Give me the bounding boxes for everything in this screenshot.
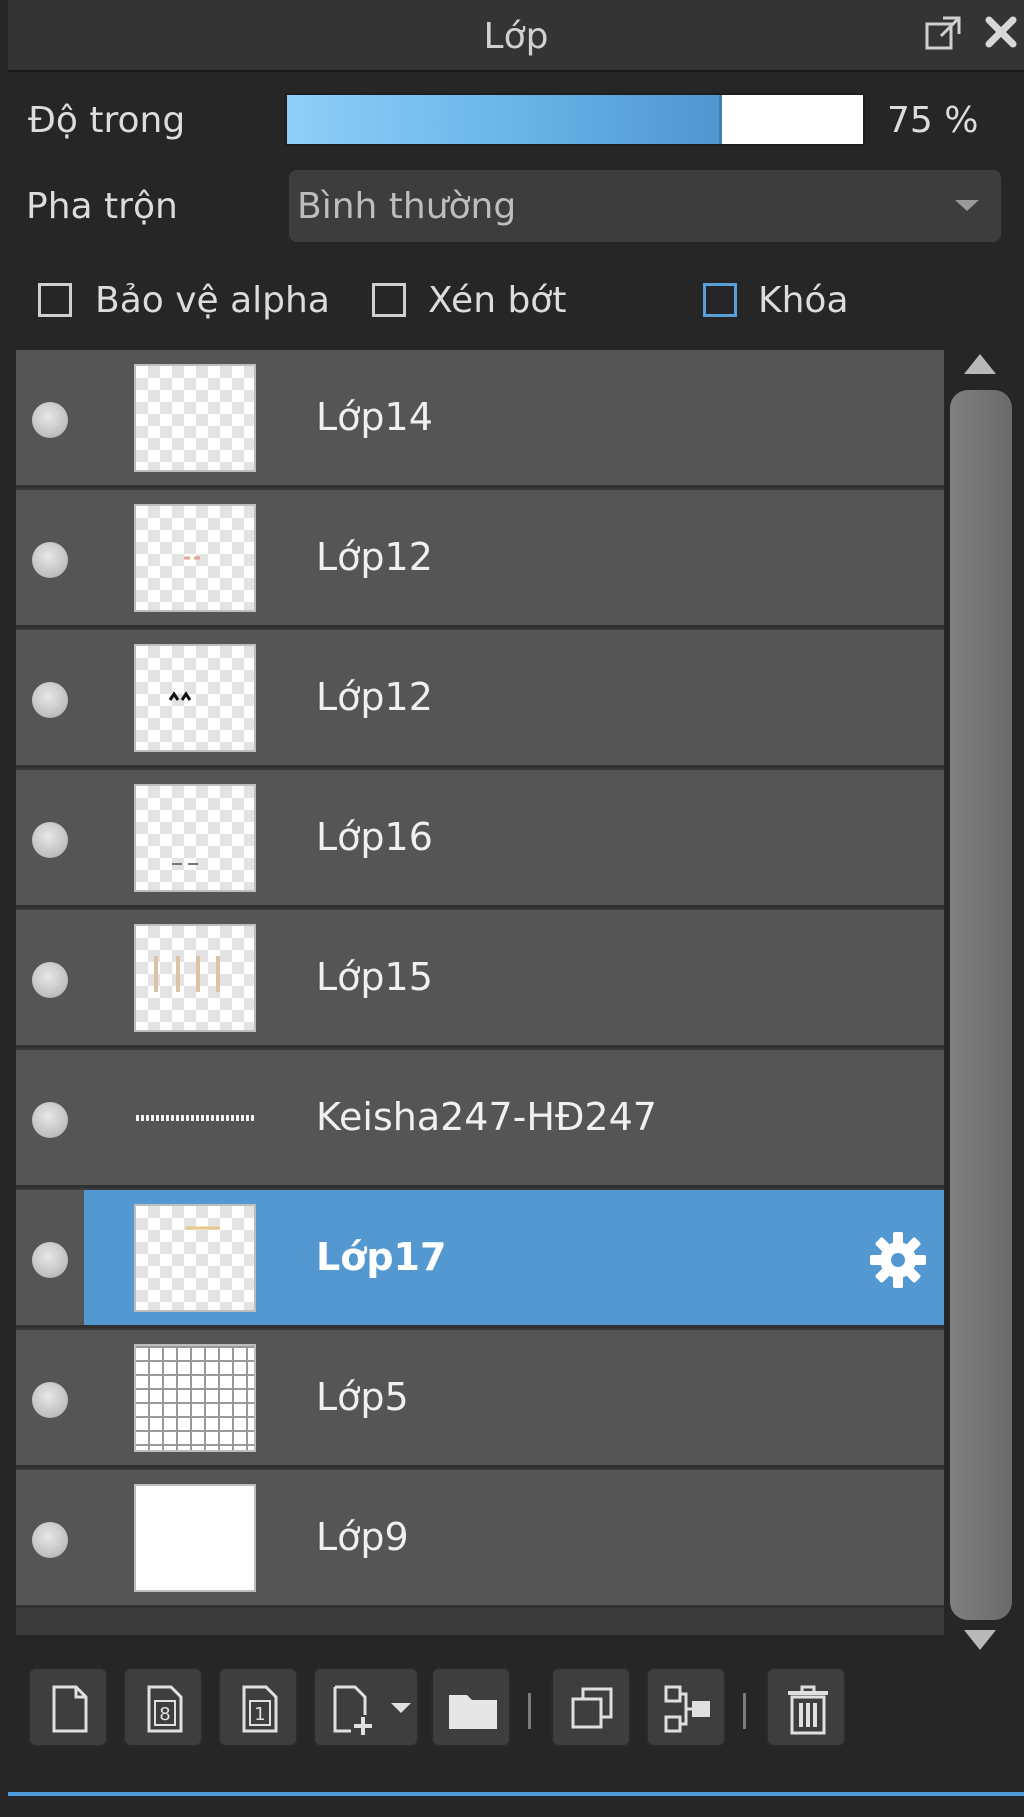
- panel-titlebar: Lớp: [8, 0, 1024, 72]
- layer-row[interactable]: Lớp9: [16, 1470, 944, 1608]
- folder-icon: [449, 1695, 497, 1729]
- scroll-down-arrow-icon[interactable]: [964, 1630, 996, 1650]
- visibility-toggle-icon[interactable]: [32, 402, 68, 438]
- layer-name: Lớp9: [316, 1515, 409, 1559]
- blend-mode-value: Bình thường: [297, 186, 517, 227]
- layer-list-scrollbar[interactable]: [950, 350, 1012, 1650]
- add-layer-icon: [333, 1685, 372, 1735]
- layer-list: Lớp14 Lớp12 Lớp12 Lớp16 Lớp15 Keisha247-: [16, 350, 944, 1635]
- layer-thumbnail: [134, 1064, 256, 1172]
- lock-label: Khóa: [758, 280, 849, 321]
- close-icon[interactable]: [983, 14, 1019, 50]
- trash-icon: [788, 1685, 828, 1735]
- merge-icon: [664, 1685, 710, 1733]
- 1bit-layer-icon: 1: [242, 1685, 278, 1733]
- opacity-value: 75 %: [887, 100, 979, 141]
- visibility-toggle-icon[interactable]: [32, 542, 68, 578]
- layer-name: Lớp17: [316, 1235, 447, 1279]
- scroll-up-arrow-icon[interactable]: [964, 354, 996, 374]
- duplicate-layer-button[interactable]: [551, 1667, 631, 1747]
- panel-title: Lớp: [483, 16, 549, 57]
- delete-layer-button[interactable]: [766, 1667, 846, 1747]
- layer-name: Lớp12: [316, 675, 433, 719]
- layer-row[interactable]: Lớp12: [16, 490, 944, 628]
- layer-name: Keisha247-HĐ247: [316, 1095, 657, 1139]
- 8bit-layer-icon: 8: [147, 1685, 183, 1733]
- toolbar-divider: [528, 1693, 531, 1729]
- layer-row[interactable]: Lớp16: [16, 770, 944, 908]
- layer-thumbnail: [134, 784, 256, 892]
- layer-thumbnail: [134, 924, 256, 1032]
- visibility-toggle-icon[interactable]: [32, 1382, 68, 1418]
- layer-toolbar: 8 1: [16, 1655, 1006, 1755]
- layer-thumbnail: [134, 364, 256, 472]
- panel-bottom-accent: [8, 1792, 1024, 1796]
- clip-label: Xén bớt: [428, 280, 567, 321]
- layer-thumbnail: [134, 1204, 256, 1312]
- clip-checkbox[interactable]: [372, 283, 406, 317]
- layer-row-selected[interactable]: Lớp17: [16, 1190, 944, 1328]
- popout-icon[interactable]: [923, 14, 963, 54]
- opacity-label: Độ trong: [28, 100, 186, 141]
- layer-name: Lớp15: [316, 955, 433, 999]
- gear-icon[interactable]: [866, 1228, 930, 1292]
- lock-checkbox[interactable]: [703, 283, 737, 317]
- layer-name: Lớp14: [316, 395, 433, 439]
- layer-row[interactable]: Lớp5: [16, 1330, 944, 1468]
- layer-thumbnail: [134, 1484, 256, 1592]
- svg-text:1: 1: [254, 1704, 265, 1725]
- new-1bit-layer-button[interactable]: 1: [218, 1667, 298, 1747]
- layer-row[interactable]: Lớp14: [16, 350, 944, 488]
- layer-row[interactable]: Lớp12: [16, 630, 944, 768]
- chevron-down-icon: [391, 1703, 411, 1713]
- protect-alpha-label: Bảo vệ alpha: [95, 280, 330, 321]
- visibility-toggle-icon[interactable]: [32, 1102, 68, 1138]
- opacity-slider-fill: [287, 95, 722, 144]
- layer-row[interactable]: Keisha247-HĐ247: [16, 1050, 944, 1188]
- visibility-toggle-icon[interactable]: [32, 1522, 68, 1558]
- blend-mode-select[interactable]: Bình thường: [289, 170, 1001, 242]
- layer-name: Lớp16: [316, 815, 433, 859]
- add-layer-menu-button[interactable]: [313, 1667, 419, 1747]
- scrollbar-thumb[interactable]: [950, 390, 1012, 1620]
- duplicate-icon: [571, 1687, 613, 1729]
- layer-row[interactable]: Lớp15: [16, 910, 944, 1048]
- new-layer-button[interactable]: [28, 1667, 108, 1747]
- blend-label: Pha trộn: [26, 186, 178, 227]
- visibility-toggle-icon[interactable]: [32, 962, 68, 998]
- layer-name: Lớp5: [316, 1375, 409, 1419]
- layer-thumbnail: [134, 644, 256, 752]
- visibility-toggle-icon[interactable]: [32, 822, 68, 858]
- toolbar-divider: [743, 1693, 746, 1729]
- new-folder-button[interactable]: [431, 1667, 511, 1747]
- visibility-toggle-icon[interactable]: [32, 682, 68, 718]
- protect-alpha-checkbox[interactable]: [38, 283, 72, 317]
- opacity-slider[interactable]: [285, 93, 865, 146]
- new-page-icon: [52, 1685, 88, 1733]
- new-8bit-layer-button[interactable]: 8: [123, 1667, 203, 1747]
- layer-name: Lớp12: [316, 535, 433, 579]
- svg-text:8: 8: [159, 1704, 170, 1725]
- merge-down-button[interactable]: [646, 1667, 726, 1747]
- layer-thumbnail: [134, 504, 256, 612]
- visibility-toggle-icon[interactable]: [32, 1242, 68, 1278]
- layer-thumbnail: [134, 1344, 256, 1452]
- chevron-down-icon: [955, 200, 979, 211]
